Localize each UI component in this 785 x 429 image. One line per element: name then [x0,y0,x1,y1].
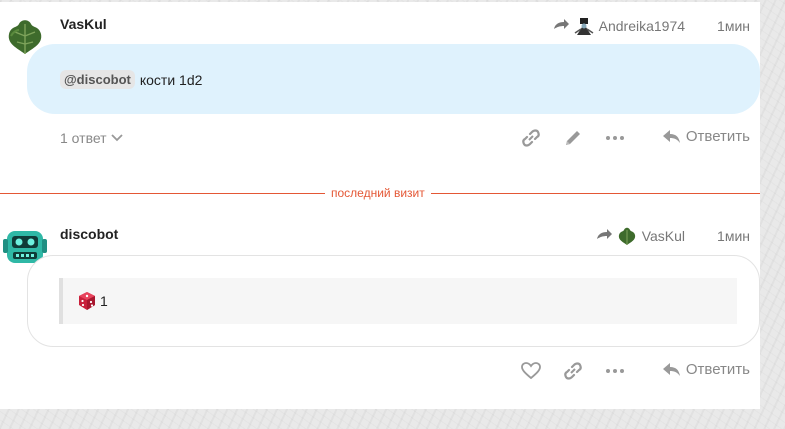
post-actions: 1 ответ Ответить [0,124,760,152]
avatar-andreika-icon[interactable] [572,15,595,37]
post-username[interactable]: VasKul [60,16,107,32]
more-button[interactable] [604,128,626,148]
post-time[interactable]: 1мин [717,18,750,34]
copy-link-button[interactable] [520,128,542,148]
chevron-down-icon [110,134,123,142]
post-time[interactable]: 1мин [717,228,750,244]
reply-to-arrow-icon [596,229,612,239]
dice-icon [79,292,95,310]
post-body: @discobot кости 1d2 [27,44,760,114]
mention-link[interactable]: @discobot [60,70,135,89]
reply-label: Ответить [685,128,750,145]
post-username[interactable]: discobot [60,226,118,242]
edit-button[interactable] [562,128,584,148]
heart-icon [521,362,541,380]
pencil-icon [566,131,580,145]
show-replies-button[interactable]: 1 ответ [60,130,123,146]
post-discobot: discobot VasKul 1мин 1 Ответить [0,209,760,409]
copy-link-button[interactable] [562,361,584,381]
reply-icon [662,129,680,143]
post-body: 1 [27,255,760,347]
replies-label: 1 ответ [60,130,107,146]
reply-button[interactable]: Ответить [662,361,750,378]
reply-to-username[interactable]: Andreika1974 [599,18,685,34]
link-icon [522,129,540,147]
more-button[interactable] [604,361,626,381]
like-button[interactable] [520,361,542,381]
post-vaskul: VasKul Andreika1974 1мин @discobot кости… [0,2,760,178]
post-actions: Ответить [0,357,760,385]
more-icon [606,369,624,373]
post-meta: Andreika1974 1мин [552,15,750,37]
reply-icon [662,362,680,376]
dice-result: 1 [100,293,108,309]
reply-to-arrow-icon [553,19,569,29]
link-icon [564,362,582,380]
post-text: кости 1d2 [139,71,203,88]
reply-button[interactable]: Ответить [662,128,750,145]
reply-to-username[interactable]: VasKul [642,228,685,244]
reply-label: Ответить [685,361,750,378]
dice-roll-block: 1 [59,278,737,324]
last-visit-label: последний визит [325,186,431,200]
more-icon [606,136,624,140]
post-meta: VasKul 1мин [595,225,750,247]
avatar-vaskul-icon[interactable] [615,225,638,247]
